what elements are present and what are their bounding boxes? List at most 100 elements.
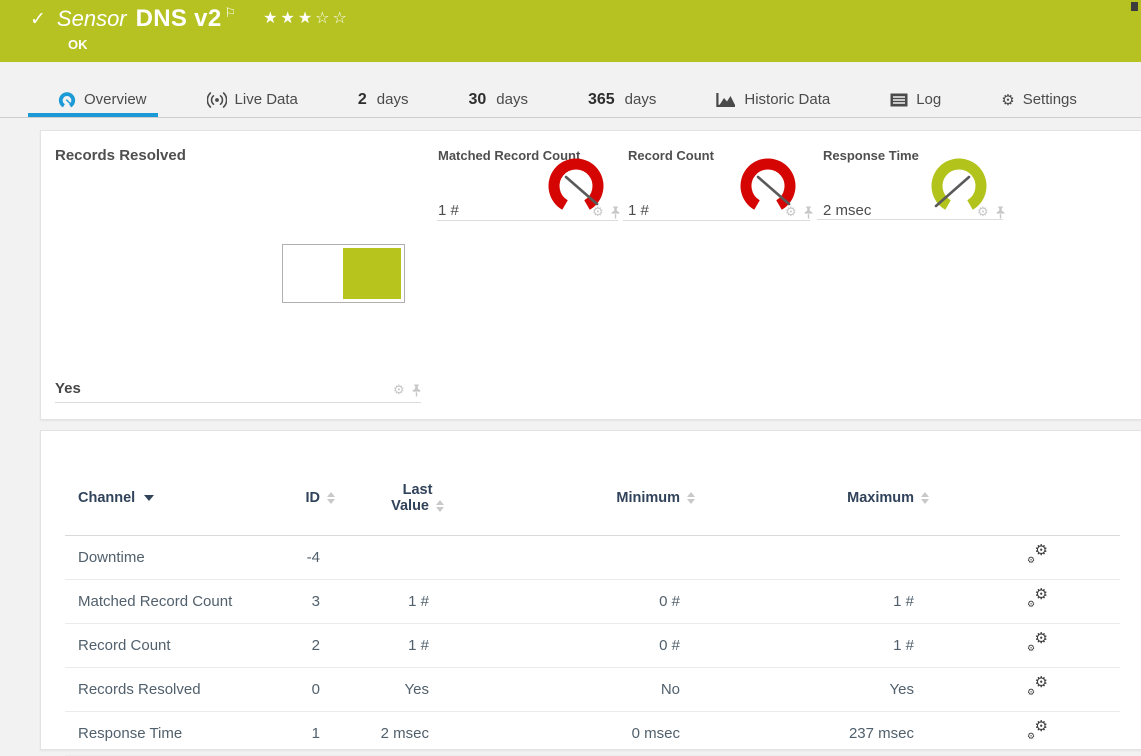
channel-maximum: 237 msec [696, 712, 930, 756]
column-header-minimum[interactable]: Minimum [445, 461, 696, 536]
tab-label: days [625, 91, 657, 108]
gear-icon: ⚙ [1027, 601, 1035, 610]
table-row-records-resolved: Records Resolved 0 Yes No Yes ⚙ ⚙ [65, 668, 1120, 712]
tab-label: Overview [84, 91, 147, 108]
channel-last-value: 2 msec [336, 712, 445, 756]
channel-settings-icon[interactable]: ⚙ ⚙ [1027, 635, 1048, 652]
channel-maximum: 1 # [696, 624, 930, 668]
channel-name: Response Time [65, 712, 235, 756]
divider [55, 402, 421, 403]
channel-maximum: 1 # [696, 580, 930, 624]
channel-settings-icon[interactable]: ⚙ ⚙ [1027, 723, 1048, 740]
records-resolved-swatch [282, 244, 405, 303]
tab-label: days [377, 91, 409, 108]
gear-icon: ⚙ [1035, 631, 1048, 646]
header-label: ID [306, 490, 321, 506]
sort-icon [436, 500, 444, 512]
gauge-value-matched-record-count: 1 # [438, 202, 459, 219]
gear-icon[interactable]: ⚙ [393, 384, 405, 397]
gauge-controls: ⚙ [977, 206, 1006, 219]
channel-table: Channel ID Last Value Minimum [65, 461, 1120, 756]
gauge-controls: ⚙ [785, 206, 814, 219]
channel-settings-icon[interactable]: ⚙ ⚙ [1027, 591, 1048, 608]
column-header-maximum[interactable]: Maximum [696, 461, 930, 536]
tab-30-days[interactable]: 30 days [468, 82, 527, 117]
divider [437, 220, 618, 221]
pin-icon[interactable] [803, 206, 814, 219]
tab-log[interactable]: Log [890, 82, 941, 117]
pin-icon[interactable] [995, 206, 1006, 219]
gear-icon: ⚙ [1035, 543, 1048, 558]
table-header-row: Channel ID Last Value Minimum [65, 461, 1120, 536]
channel-minimum: 0 msec [445, 712, 696, 756]
gauge-title-record-count: Record Count [628, 148, 714, 163]
channel-last-value [336, 536, 445, 580]
tab-label: Historic Data [744, 91, 830, 108]
gear-icon[interactable]: ⚙ [977, 206, 989, 219]
tab-live-data[interactable]: Live Data [207, 82, 298, 117]
pin-icon[interactable] [411, 384, 422, 397]
status-badge: OK [68, 37, 88, 52]
header-label: Channel [78, 490, 135, 506]
channel-minimum: 0 # [445, 580, 696, 624]
gauge-controls: ⚙ [592, 206, 621, 219]
tab-2-days[interactable]: 2 days [358, 82, 409, 117]
table-row-matched-record-count: Matched Record Count 3 1 # 0 # 1 # ⚙ ⚙ [65, 580, 1120, 624]
tab-label: Live Data [235, 91, 298, 108]
priority-flag-icon[interactable]: ⚐ [224, 6, 236, 21]
sort-desc-icon [144, 495, 154, 501]
channel-last-value: 1 # [336, 624, 445, 668]
records-resolved-controls: ⚙ [393, 384, 422, 397]
channel-settings-icon[interactable]: ⚙ ⚙ [1027, 547, 1048, 564]
tab-historic-data[interactable]: Historic Data [716, 82, 830, 117]
sensor-name: DNS v2 [136, 5, 222, 33]
gauge-value-response-time: 2 msec [823, 202, 871, 219]
sort-icon [327, 492, 335, 504]
header-label: Value [391, 498, 429, 514]
pin-icon[interactable] [610, 206, 621, 219]
overview-panel: Records Resolved Yes ⚙ Matched Record Co… [40, 130, 1141, 420]
gear-icon: ⚙ [1027, 689, 1035, 698]
gear-icon[interactable]: ⚙ [785, 206, 797, 219]
status-check-icon: ✓ [30, 8, 46, 30]
tab-label: Settings [1023, 91, 1077, 108]
sort-icon [921, 492, 929, 504]
gauge-title-response-time: Response Time [823, 148, 919, 163]
gear-icon: ⚙ [1035, 675, 1048, 690]
gear-icon: ⚙ [1027, 733, 1035, 742]
channel-name: Records Resolved [65, 668, 235, 712]
tab-365-days[interactable]: 365 days [588, 82, 656, 117]
channels-panel: Channel ID Last Value Minimum [40, 430, 1141, 750]
gauge-value-record-count: 1 # [628, 202, 649, 219]
channel-settings-icon[interactable]: ⚙ ⚙ [1027, 679, 1048, 696]
channel-id: 0 [235, 668, 336, 712]
table-row-record-count: Record Count 2 1 # 0 # 1 # ⚙ ⚙ [65, 624, 1120, 668]
channel-minimum: No [445, 668, 696, 712]
records-resolved-title: Records Resolved [55, 147, 186, 164]
gear-icon[interactable]: ⚙ [592, 206, 604, 219]
channel-id: 1 [235, 712, 336, 756]
tab-label: Log [916, 91, 941, 108]
column-header-channel[interactable]: Channel [65, 461, 235, 536]
swatch-green-fill [343, 248, 401, 299]
header-label: Maximum [847, 490, 914, 506]
column-header-settings [930, 461, 1120, 536]
sensor-banner: ✓ Sensor DNS v2 ⚐ ★★★☆☆ OK [0, 0, 1141, 62]
log-list-icon [890, 93, 908, 107]
gear-icon: ⚙ [1001, 91, 1014, 109]
table-row-response-time: Response Time 1 2 msec 0 msec 237 msec ⚙… [65, 712, 1120, 756]
divider [623, 220, 810, 221]
column-header-last-value[interactable]: Last Value [336, 461, 445, 536]
priority-stars[interactable]: ★★★☆☆ [263, 8, 350, 27]
tab-settings[interactable]: ⚙ Settings [1001, 82, 1077, 117]
tab-overview[interactable]: Overview [58, 82, 147, 117]
channel-maximum [696, 536, 930, 580]
historic-chart-icon [716, 92, 736, 108]
channel-last-value: 1 # [336, 580, 445, 624]
channel-maximum: Yes [696, 668, 930, 712]
channel-name: Downtime [65, 536, 235, 580]
channel-name: Matched Record Count [65, 580, 235, 624]
column-header-id[interactable]: ID [235, 461, 336, 536]
divider [817, 219, 1003, 220]
channel-name: Record Count [65, 624, 235, 668]
